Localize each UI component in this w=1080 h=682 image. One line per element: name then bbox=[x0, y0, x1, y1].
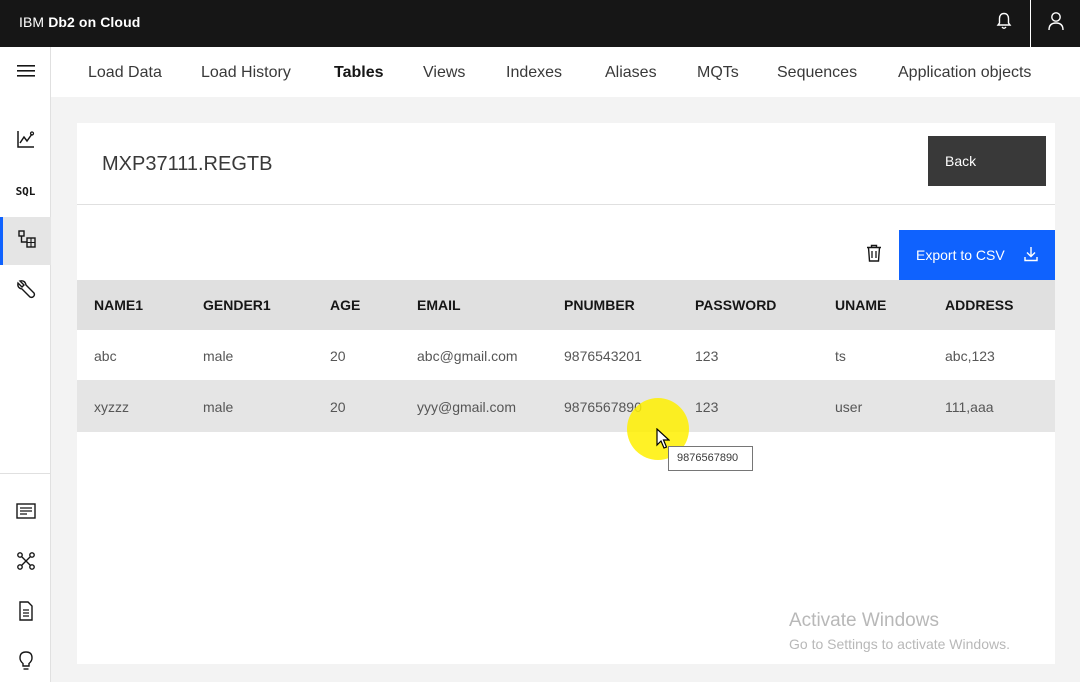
cell-uname: user bbox=[835, 399, 863, 415]
tab-tables[interactable]: Tables bbox=[334, 64, 384, 82]
column-header-age[interactable]: AGE bbox=[330, 297, 360, 313]
table-detail-card: MXP37111.REGTB Back Export to CSV NAME1 … bbox=[77, 123, 1055, 664]
tab-indexes[interactable]: Indexes bbox=[506, 64, 562, 82]
user-icon bbox=[1047, 11, 1065, 36]
tab-load-history[interactable]: Load History bbox=[201, 64, 291, 82]
sidebar-item-administration[interactable] bbox=[0, 267, 51, 315]
table-row[interactable]: abc male 20 abc@gmail.com 9876543201 123… bbox=[77, 330, 1055, 381]
cell-age: 20 bbox=[330, 348, 346, 364]
column-header-email[interactable]: EMAIL bbox=[417, 297, 461, 313]
cell-pnumber: 9876543201 bbox=[564, 348, 642, 364]
export-label: Export to CSV bbox=[916, 247, 1005, 263]
card-divider bbox=[77, 204, 1055, 205]
sidebar-item-help[interactable] bbox=[0, 639, 51, 682]
cell-gender1: male bbox=[203, 348, 234, 364]
trash-icon bbox=[866, 244, 882, 267]
hamburger-menu-icon bbox=[16, 64, 35, 83]
activation-watermark-subtitle: Go to Settings to activate Windows. bbox=[789, 636, 1010, 652]
user-profile-button[interactable] bbox=[1030, 0, 1080, 47]
sidebar-divider bbox=[0, 473, 51, 474]
sql-label: SQL bbox=[15, 184, 36, 198]
brand-name: Db2 on Cloud bbox=[48, 14, 141, 30]
brand-title[interactable]: IBM Db2 on Cloud bbox=[19, 14, 140, 30]
column-header-gender1[interactable]: GENDER1 bbox=[203, 297, 271, 313]
bell-icon bbox=[996, 12, 1012, 35]
column-header-password[interactable]: PASSWORD bbox=[695, 297, 776, 313]
tab-aliases[interactable]: Aliases bbox=[605, 64, 657, 82]
chart-line-icon bbox=[16, 129, 36, 154]
cell-age: 20 bbox=[330, 399, 346, 415]
cell-gender1: male bbox=[203, 399, 234, 415]
delete-button[interactable] bbox=[863, 244, 885, 266]
sidebar-item-sql[interactable]: SQL bbox=[0, 167, 51, 215]
brand-prefix: IBM bbox=[19, 14, 49, 30]
cell-address: 111,aaa bbox=[945, 399, 994, 415]
tab-application-objects[interactable]: Application objects bbox=[898, 64, 1031, 82]
object-tabs: Load Data Load History Tables Views Inde… bbox=[51, 47, 1080, 97]
column-header-pnumber[interactable]: PNUMBER bbox=[564, 297, 635, 313]
menu-toggle-button[interactable] bbox=[0, 49, 51, 97]
export-csv-button[interactable]: Export to CSV bbox=[899, 230, 1055, 280]
notifications-button[interactable] bbox=[980, 0, 1028, 47]
wrench-icon bbox=[16, 279, 36, 304]
cell-password: 123 bbox=[695, 348, 719, 364]
table-tree-icon bbox=[17, 229, 37, 254]
column-header-uname[interactable]: UNAME bbox=[835, 297, 886, 313]
list-document-icon bbox=[15, 502, 36, 525]
tab-load-data[interactable]: Load Data bbox=[88, 64, 162, 82]
top-bar: IBM Db2 on Cloud bbox=[0, 0, 1080, 47]
sidebar-item-reports[interactable] bbox=[0, 589, 51, 637]
back-button[interactable]: Back bbox=[928, 136, 1046, 186]
download-icon bbox=[1023, 246, 1039, 265]
sidebar-item-documentation[interactable] bbox=[0, 489, 51, 537]
table-header-row: NAME1 GENDER1 AGE EMAIL PNUMBER PASSWORD… bbox=[77, 280, 1055, 330]
network-icon bbox=[16, 551, 36, 576]
lightbulb-icon bbox=[18, 650, 34, 676]
cell-uname: ts bbox=[835, 348, 846, 364]
page-title: MXP37111.REGTB bbox=[102, 153, 273, 175]
cell-email: yyy@gmail.com bbox=[417, 399, 517, 415]
tab-views[interactable]: Views bbox=[423, 64, 465, 82]
tab-sequences[interactable]: Sequences bbox=[777, 64, 857, 82]
column-header-address[interactable]: ADDRESS bbox=[945, 297, 1013, 313]
cell-tooltip: 9876567890 bbox=[668, 446, 753, 471]
file-icon bbox=[18, 600, 34, 626]
cell-address: abc,123 bbox=[945, 348, 995, 364]
cell-email: abc@gmail.com bbox=[417, 348, 518, 364]
cell-name1: xyzzz bbox=[94, 399, 129, 415]
activation-watermark-title: Activate Windows bbox=[789, 610, 939, 631]
sidebar-item-monitor[interactable] bbox=[0, 117, 51, 165]
tab-mqts[interactable]: MQTs bbox=[697, 64, 739, 82]
cell-name1: abc bbox=[94, 348, 117, 364]
cell-password: 123 bbox=[695, 399, 719, 415]
sidebar-item-tables[interactable] bbox=[0, 217, 51, 265]
column-header-name1[interactable]: NAME1 bbox=[94, 297, 143, 313]
left-sidebar: SQL bbox=[0, 47, 51, 682]
data-table: NAME1 GENDER1 AGE EMAIL PNUMBER PASSWORD… bbox=[77, 280, 1055, 432]
table-row[interactable]: xyzzz male 20 yyy@gmail.com 9876567890 1… bbox=[77, 381, 1055, 432]
sidebar-item-connections[interactable] bbox=[0, 539, 51, 587]
